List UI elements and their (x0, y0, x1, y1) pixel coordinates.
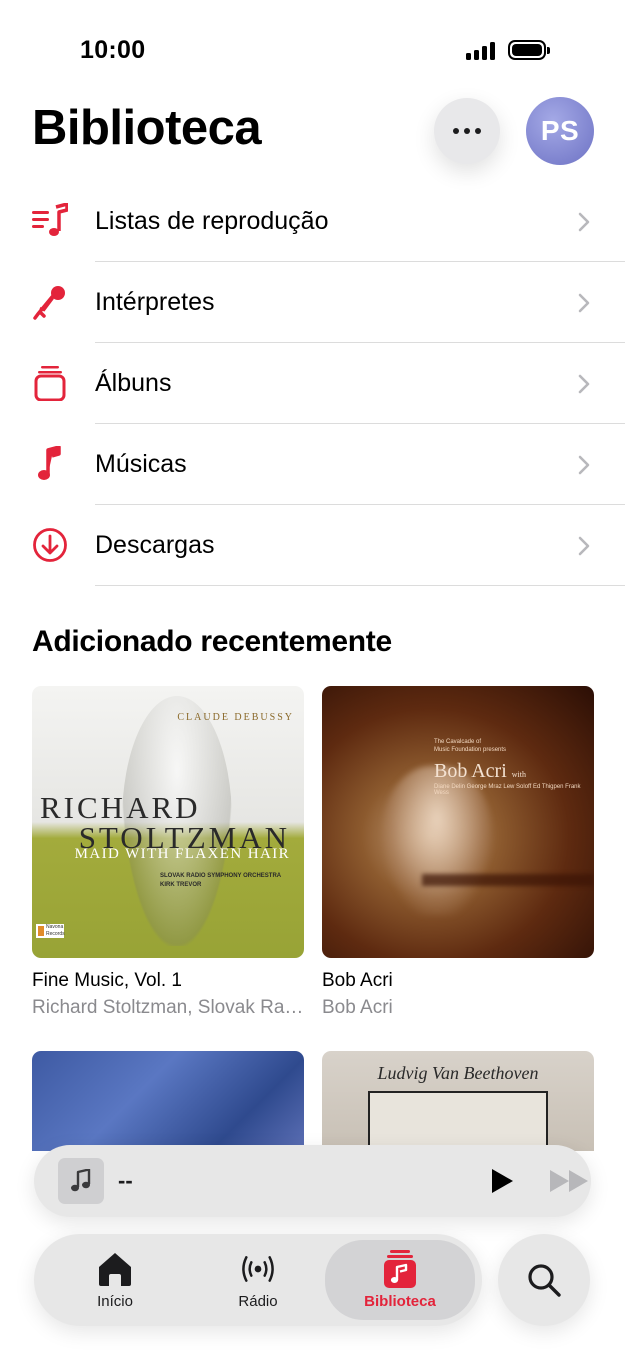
download-icon (33, 528, 67, 562)
library-icon (384, 1250, 416, 1288)
album-card[interactable]: The Cavalcade of Music Foundation presen… (322, 686, 594, 1019)
library-menu: Listas de reprodução Intérpretes Álbuns … (0, 181, 625, 586)
battery-icon (508, 40, 550, 60)
album-card[interactable]: Ludvig Van Beethoven (322, 1051, 594, 1151)
status-bar: 10:00 (0, 0, 625, 100)
albums-icon (34, 366, 66, 401)
music-note-icon (38, 446, 61, 480)
tab-radio[interactable]: Rádio (183, 1234, 333, 1326)
menu-item-downloads[interactable]: Descargas (0, 505, 625, 586)
cover-text: Ludvig Van Beethoven (377, 1063, 539, 1083)
now-playing-title: -- (118, 1168, 133, 1193)
cover-text: The Cavalcade of Music Foundation presen… (434, 739, 507, 753)
home-icon (99, 1253, 131, 1286)
play-icon[interactable] (490, 1168, 514, 1194)
menu-item-playlists[interactable]: Listas de reprodução (0, 181, 625, 262)
fast-forward-icon[interactable] (550, 1170, 590, 1192)
tab-bar: Início Rádio Biblioteca (34, 1234, 482, 1326)
radio-icon (242, 1256, 274, 1282)
menu-item-label: Listas de reprodução (95, 207, 329, 235)
more-options-button[interactable] (434, 98, 500, 164)
label-logo: Navona Records (36, 924, 65, 938)
search-icon (528, 1264, 561, 1297)
chevron-right-icon (578, 212, 590, 232)
menu-item-songs[interactable]: Músicas (0, 424, 625, 505)
menu-item-label: Descargas (95, 531, 215, 559)
album-card[interactable]: CLAUDE DEBUSSY RICHARD STOLTZMAN MAID WI… (32, 686, 304, 1019)
album-cover[interactable] (32, 1051, 304, 1151)
section-title-recently-added: Adicionado recentemente (32, 625, 392, 658)
album-cover[interactable]: The Cavalcade of Music Foundation presen… (322, 686, 594, 958)
tab-label: Início (97, 1293, 133, 1310)
menu-item-label: Intérpretes (95, 288, 215, 316)
album-title: Fine Music, Vol. 1 (32, 970, 182, 991)
album-cover[interactable]: Ludvig Van Beethoven (322, 1051, 594, 1151)
cover-text: Bob Acri with (434, 760, 527, 782)
tab-home[interactable]: Início (40, 1234, 190, 1326)
status-time: 10:00 (80, 36, 146, 64)
chevron-right-icon (578, 374, 590, 394)
menu-item-label: Álbuns (95, 369, 172, 397)
page-title: Biblioteca (32, 101, 262, 155)
album-artist: Bob Acri (322, 997, 393, 1018)
chevron-right-icon (578, 455, 590, 475)
search-button[interactable] (498, 1234, 590, 1326)
avatar[interactable]: PS (526, 97, 594, 165)
album-cover[interactable]: CLAUDE DEBUSSY RICHARD STOLTZMAN MAID WI… (32, 686, 304, 958)
chevron-right-icon (578, 536, 590, 556)
playlist-icon (32, 203, 68, 236)
mini-player[interactable]: -- (34, 1145, 591, 1217)
album-card[interactable] (32, 1051, 304, 1151)
tab-label: Biblioteca (364, 1293, 436, 1310)
microphone-icon (33, 286, 65, 320)
menu-item-albums[interactable]: Álbuns (0, 343, 625, 424)
menu-item-artists[interactable]: Intérpretes (0, 262, 625, 343)
cover-text: CLAUDE DEBUSSY (177, 712, 294, 723)
tab-library[interactable]: Biblioteca (325, 1240, 475, 1320)
cover-text: MAID WITH FLAXEN HAIR (74, 846, 290, 862)
cellular-signal-icon (466, 42, 498, 60)
album-artist: Richard Stoltzman, Slovak Radio Symphony… (32, 997, 304, 1018)
chevron-right-icon (578, 293, 590, 313)
ellipsis-icon (453, 128, 459, 134)
music-note-icon (71, 1169, 91, 1192)
cover-text: Diane Delin George Mraz Lew Soloff Ed Th… (434, 784, 581, 796)
menu-item-label: Músicas (95, 450, 187, 478)
tab-label: Rádio (238, 1293, 278, 1310)
now-playing-artwork (58, 1158, 104, 1204)
album-title: Bob Acri (322, 970, 393, 991)
cover-text: SLOVAK RADIO SYMPHONY ORCHESTRA KIRK TRE… (160, 873, 282, 888)
